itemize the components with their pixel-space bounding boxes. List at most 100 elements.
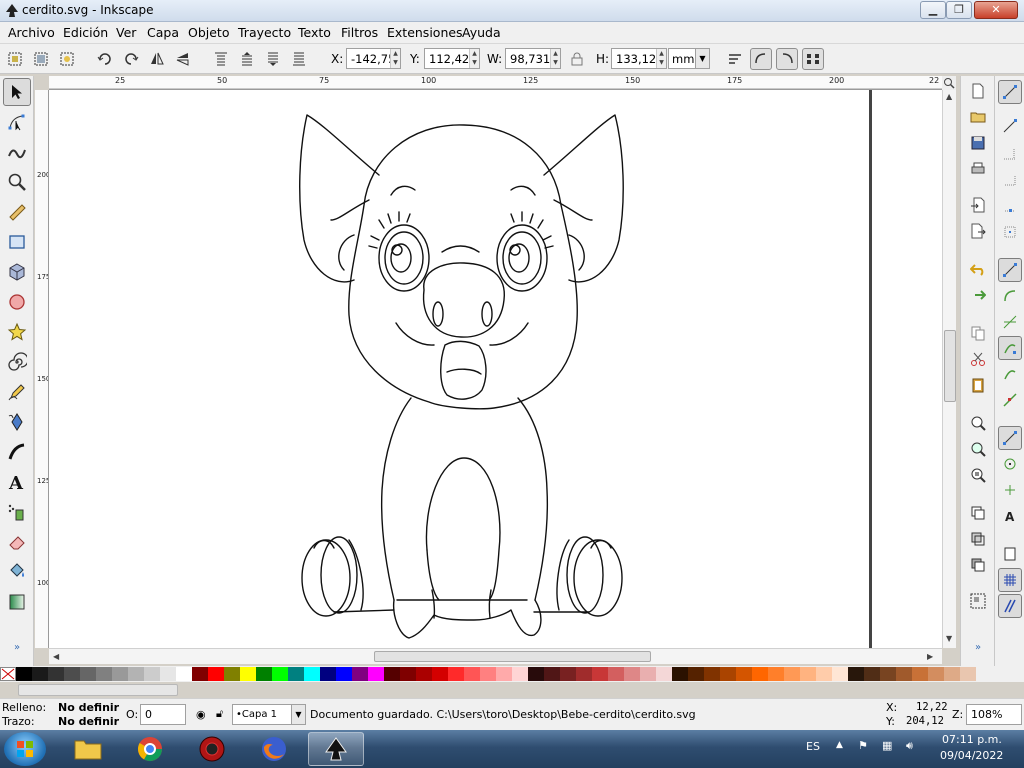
color-swatch[interactable] [96,667,112,681]
flip-vertical-button[interactable] [172,48,194,70]
redo-button[interactable] [967,284,989,306]
paste-button[interactable] [967,374,989,396]
color-swatch[interactable] [224,667,240,681]
menu-capa[interactable]: Capa [147,25,179,40]
color-swatch[interactable] [960,667,976,681]
color-swatch[interactable] [304,667,320,681]
color-swatch[interactable] [320,667,336,681]
zoom-selection-button[interactable] [967,412,989,434]
scale-corners-button[interactable] [750,48,772,70]
color-swatch[interactable] [352,667,368,681]
scale-stroke-button[interactable] [724,48,746,70]
zoom-input[interactable]: 108% [966,704,1022,725]
lock-icon[interactable]: 🔓︎ [216,707,223,721]
undo-button[interactable] [967,258,989,280]
snap-guide-button[interactable] [998,594,1022,618]
node-tool[interactable] [3,108,31,136]
network-icon[interactable]: ▦ [882,739,892,752]
print-button[interactable] [967,158,989,180]
open-button[interactable] [967,106,989,128]
color-swatch[interactable] [592,667,608,681]
spray-tool[interactable] [3,498,31,526]
piglet-drawing[interactable] [49,90,942,648]
lock-proportions-button[interactable] [566,48,588,70]
vertical-scrollbar[interactable]: ▲ ▼ [942,90,956,648]
import-button[interactable] [967,194,989,216]
duplicate-button[interactable] [967,502,989,524]
color-swatch[interactable] [192,667,208,681]
color-swatch[interactable] [768,667,784,681]
clock-time[interactable]: 07:11 p.m. [942,733,1002,746]
y-spinner-icon[interactable]: ▲ ▼ [469,49,479,68]
color-swatch[interactable] [336,667,352,681]
opacity-input[interactable]: 0 [140,704,186,725]
x-input[interactable]: -142,75 ▲ ▼ [346,48,401,69]
color-swatch[interactable] [144,667,160,681]
color-swatch[interactable] [480,667,496,681]
spiral-tool[interactable] [3,348,31,376]
y-input[interactable]: 112,429 ▲ ▼ [424,48,480,69]
menu-filtros[interactable]: Filtros [341,25,378,40]
color-swatch[interactable] [400,667,416,681]
rotate-cw-button[interactable] [120,48,142,70]
flip-horizontal-button[interactable] [146,48,168,70]
rectangle-tool[interactable] [3,228,31,256]
export-button[interactable] [967,220,989,242]
chevron-down-icon[interactable]: ▼ [291,705,305,724]
clock-date[interactable]: 09/04/2022 [940,749,1003,762]
color-swatch[interactable] [816,667,832,681]
menu-objeto[interactable]: Objeto [188,25,230,40]
color-swatch[interactable] [80,667,96,681]
color-swatch[interactable] [496,667,512,681]
color-swatch[interactable] [240,667,256,681]
menu-trayecto[interactable]: Trayecto [238,25,291,40]
color-swatch[interactable] [688,667,704,681]
zoom-drawing-button[interactable] [967,438,989,460]
measure-tool[interactable] [3,198,31,226]
scroll-down-icon[interactable]: ▼ [946,634,952,643]
minimize-button[interactable]: ▁ [920,1,946,19]
w-input[interactable]: 98,731 ▲ ▼ [505,48,561,69]
color-swatch[interactable] [928,667,944,681]
color-swatch[interactable] [896,667,912,681]
color-swatch[interactable] [272,667,288,681]
calligraphy-tool[interactable] [3,438,31,466]
tweak-tool[interactable] [3,138,31,166]
snap-rotation-center-button[interactable] [998,478,1022,502]
taskbar-file-explorer[interactable] [60,732,116,766]
color-swatch[interactable] [912,667,928,681]
color-swatch[interactable] [656,667,672,681]
unlink-clone-button[interactable] [967,554,989,576]
3d-box-tool[interactable] [3,258,31,286]
color-swatch[interactable] [32,667,48,681]
group-button[interactable] [967,590,989,612]
gradient-tool[interactable] [3,588,31,616]
h-input[interactable]: 133,125 ▲ ▼ [611,48,667,69]
snap-others-button[interactable] [998,426,1022,450]
menu-ayuda[interactable]: Ayuda [462,25,501,40]
lower-to-bottom-button[interactable] [288,48,310,70]
layer-select[interactable]: •Capa 1 ▼ [232,704,306,725]
eye-icon[interactable]: ◉ [196,708,206,721]
maximize-button[interactable]: ❐ [946,1,972,19]
snap-intersection-button[interactable] [998,310,1022,334]
horizontal-scroll-thumb[interactable] [374,651,651,662]
color-swatch[interactable] [288,667,304,681]
menu-ver[interactable]: Ver [116,25,136,40]
start-button[interactable] [4,732,46,766]
color-swatch[interactable] [160,667,176,681]
color-swatch[interactable] [848,667,864,681]
selector-tool[interactable] [3,78,31,106]
color-swatch[interactable] [560,667,576,681]
color-swatch[interactable] [512,667,528,681]
color-swatch[interactable] [704,667,720,681]
scroll-left-icon[interactable]: ◀ [53,652,59,661]
no-paint-swatch[interactable] [0,667,16,681]
fill-value[interactable]: No definir [58,701,119,714]
color-swatch[interactable] [784,667,800,681]
color-swatch[interactable] [672,667,688,681]
color-swatch[interactable] [800,667,816,681]
snap-object-center-button[interactable] [998,452,1022,476]
zoom-tool[interactable] [3,168,31,196]
color-swatch[interactable] [16,667,32,681]
